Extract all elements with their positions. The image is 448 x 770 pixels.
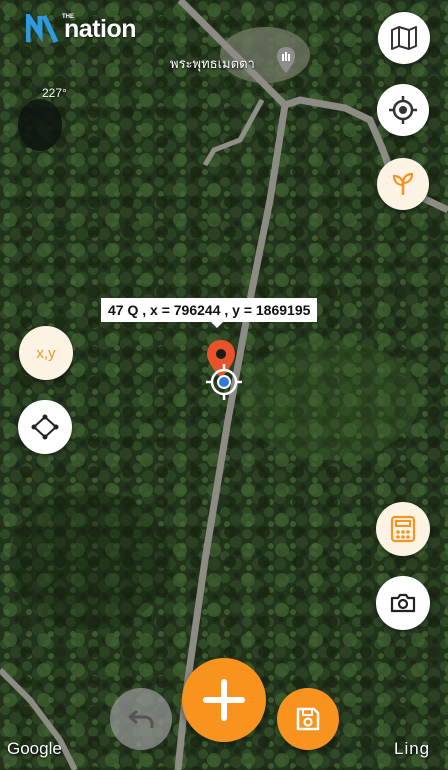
logo-small-text: THE [62, 14, 74, 20]
undo-icon [128, 709, 154, 728]
polygon-shape-button[interactable] [18, 400, 72, 454]
poi-label[interactable]: พระพุทธเมตตา [170, 53, 255, 74]
camera-button[interactable] [376, 576, 430, 630]
watermark-text: Ling [394, 739, 431, 758]
map-attribution: Google [7, 739, 62, 758]
xy-button-label: x,y [36, 344, 56, 362]
map-icon [391, 26, 417, 50]
undo-button[interactable] [110, 688, 172, 750]
coordinate-readout: 47 Q , x = 796244 , y = 1869195 [101, 298, 318, 328]
xy-coordinate-button[interactable]: x,y [19, 326, 73, 380]
calculator-button[interactable] [376, 502, 430, 556]
current-location-icon [206, 364, 242, 400]
save-icon [296, 707, 320, 731]
plus-icon [203, 679, 245, 721]
plant-button[interactable] [377, 158, 429, 210]
logo-wordmark: nation [64, 14, 137, 43]
brand-logo: THE nation [26, 14, 137, 44]
camera-icon [390, 593, 416, 613]
diamond-polygon-icon [31, 414, 59, 440]
locate-me-button[interactable] [377, 84, 429, 136]
calculator-icon [390, 515, 416, 543]
save-button[interactable] [277, 688, 339, 750]
nation-logo-icon [26, 14, 59, 44]
add-point-button[interactable] [182, 658, 266, 742]
heading-readout: 227° [42, 86, 67, 100]
map-layers-button[interactable] [378, 12, 430, 64]
crosshair-target-icon [389, 96, 417, 124]
poi-marker-icon[interactable] [276, 46, 296, 74]
sprout-icon [392, 172, 414, 195]
